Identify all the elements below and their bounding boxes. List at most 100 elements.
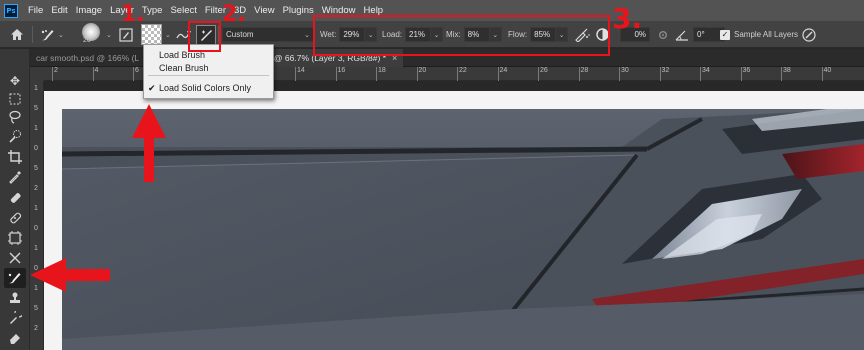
ruler-tick <box>619 67 620 81</box>
crop-tool[interactable] <box>4 147 26 167</box>
tools-panel: ✥ <box>0 49 30 350</box>
vertical-ruler: 1510521010152 <box>30 81 44 350</box>
menu-edit[interactable]: Edit <box>47 5 71 16</box>
gear-icon <box>659 30 667 39</box>
car-photo <box>62 109 864 350</box>
mixer-brush-tool[interactable] <box>4 268 26 288</box>
ruler-tick-label: 2 <box>34 325 38 332</box>
photoshop-logo[interactable]: Ps <box>4 3 18 18</box>
ruler-tick <box>335 67 337 81</box>
annotation-arrow-up <box>132 104 166 182</box>
ruler-tick-label: 32 <box>661 67 670 74</box>
home-button[interactable] <box>10 21 24 48</box>
ruler-tick <box>700 67 701 81</box>
ruler-tick <box>52 67 53 81</box>
brush-load-swatch <box>141 24 162 45</box>
sample-all-layers-option[interactable]: ✓ Sample All Layers <box>720 21 801 48</box>
annotation-box-2 <box>188 21 221 52</box>
ruler-tick <box>821 67 823 81</box>
tool-preset-picker[interactable]: ⌄ <box>40 21 64 48</box>
lasso-tool[interactable] <box>4 107 26 127</box>
menu-plugins[interactable]: Plugins <box>279 5 318 16</box>
menu-item-label: Load Solid Colors Only <box>159 83 252 93</box>
spot-healing-tool[interactable] <box>4 188 26 208</box>
ruler-tick-label: 36 <box>742 67 751 74</box>
ruler-tick-label: 14 <box>297 67 305 74</box>
document-tab-label: car smooth.psd @ 166% (L <box>36 53 140 63</box>
chevron-down-icon: ⌄ <box>304 31 310 39</box>
move-tool[interactable]: ✥ <box>4 71 26 91</box>
chevron-down-icon: ⌄ <box>58 31 64 39</box>
ruler-tick-label: 5 <box>34 105 38 112</box>
blend-preset-value: Custom <box>226 30 254 39</box>
ruler-tick-label: 5 <box>34 165 38 172</box>
angle-control: 0° <box>675 21 725 48</box>
history-brush-icon <box>10 311 22 324</box>
stamp-icon <box>10 292 20 303</box>
lasso-icon <box>9 110 21 124</box>
clone-stamp-tool[interactable] <box>4 288 26 308</box>
quick-selection-tool[interactable] <box>4 126 26 146</box>
ruler-tick-label: 5 <box>34 305 38 312</box>
brush-panel-icon <box>119 27 133 42</box>
home-icon <box>11 29 23 40</box>
ruler-tick-label: 4 <box>94 67 99 74</box>
ruler-tick <box>497 67 499 81</box>
ruler-tick <box>659 67 661 81</box>
ruler-tick-label: 6 <box>135 67 139 74</box>
brush-size-value: 20 <box>83 37 91 44</box>
menu-item-load-solid-colors-only[interactable]: ✔ Load Solid Colors Only <box>144 82 273 94</box>
checkmark-icon: ✔ <box>148 82 156 93</box>
eraser-tool[interactable] <box>4 328 26 348</box>
quick-selection-icon <box>9 130 21 143</box>
ruler-tick <box>781 67 782 81</box>
brush-picker-caret[interactable]: ⌄ <box>104 21 112 48</box>
menu-item-clean-brush[interactable]: Clean Brush <box>144 62 273 74</box>
eyedropper-tool[interactable] <box>4 167 26 187</box>
transform-tool[interactable] <box>4 248 26 268</box>
patch-tool[interactable] <box>4 208 26 228</box>
document-canvas[interactable] <box>44 81 864 350</box>
menu-divider <box>148 75 269 76</box>
annotation-number-2: 2. <box>222 2 246 27</box>
annotation-number-1: 1. <box>121 2 145 27</box>
checkbox-checked-icon[interactable]: ✓ <box>720 29 730 40</box>
menu-select[interactable]: Select <box>166 5 200 16</box>
mixer-brush-icon <box>8 273 21 284</box>
move-icon: ✥ <box>9 74 21 88</box>
annotation-arrow-left <box>30 258 110 292</box>
ruler-corner <box>30 67 44 81</box>
annotation-number-3: 3. <box>612 2 643 35</box>
pressure-size-toggle[interactable] <box>802 21 816 48</box>
crossed-arrows-icon <box>9 252 21 264</box>
menu-image[interactable]: Image <box>72 5 106 16</box>
menu-file[interactable]: File <box>24 5 47 16</box>
ruler-tick <box>295 67 296 81</box>
ruler-tick-label: 40 <box>823 67 832 74</box>
ruler-tick-label: 1 <box>34 85 38 92</box>
ruler-tick-label: 30 <box>621 67 629 74</box>
healing-brush-icon <box>10 193 21 203</box>
ruler-tick <box>133 67 134 81</box>
ruler-tick <box>538 67 539 81</box>
content-aware-tool[interactable] <box>4 228 26 248</box>
ruler-tick <box>457 67 458 81</box>
smoothing-options-button[interactable] <box>658 21 668 48</box>
eraser-icon <box>10 334 20 344</box>
ruler-tick-label: 2 <box>54 67 58 74</box>
ruler-tick-label: 28 <box>580 67 589 74</box>
crop-icon <box>8 150 22 164</box>
ruler-tick <box>416 67 418 81</box>
ruler-tick-label: 26 <box>540 67 548 74</box>
history-brush-tool[interactable] <box>4 308 26 328</box>
ruler-tick-label: 20 <box>418 67 427 74</box>
pressure-size-icon <box>802 27 816 42</box>
ruler-tick <box>92 67 94 81</box>
ruler-tick-label: 34 <box>702 67 710 74</box>
ruler-tick-label: 24 <box>499 67 508 74</box>
ruler-tick-label: 0 <box>34 225 38 232</box>
menu-item-label: Clean Brush <box>159 63 209 73</box>
marquee-tool[interactable] <box>4 89 26 109</box>
document-tab[interactable]: car smooth.psd @ 166% (L <box>30 49 145 67</box>
menu-view[interactable]: View <box>250 5 278 16</box>
